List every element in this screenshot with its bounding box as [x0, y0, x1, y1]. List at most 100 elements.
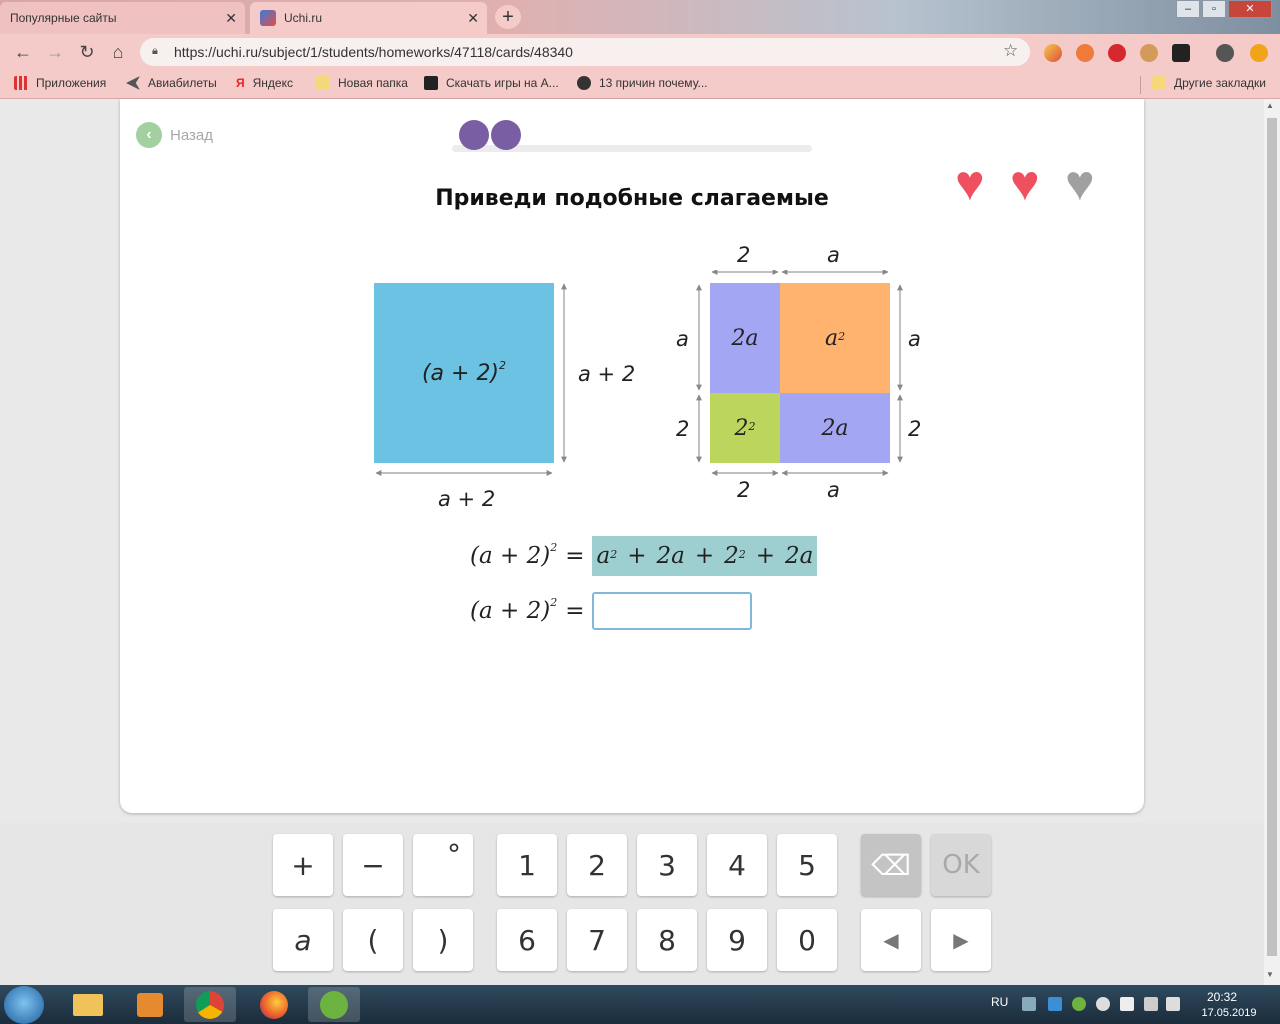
forward-arrow-icon[interactable]: →	[44, 42, 66, 62]
key-minus[interactable]: −	[343, 834, 403, 896]
equation-row-input: (a + 2)2 =	[470, 592, 753, 630]
page-title: Приведи подобные слагаемые	[435, 186, 829, 211]
key-9[interactable]: 9	[707, 909, 767, 971]
right-label-2: 2	[908, 417, 922, 441]
lock-icon: 🔒︎	[152, 45, 158, 57]
clock-time[interactable]: 20:32	[1196, 990, 1248, 1004]
left-label-a: a	[676, 327, 689, 351]
key-5[interactable]: 5	[777, 834, 837, 896]
bookmark-label: Яндекс	[252, 76, 293, 90]
area-grid: 2a a2 22 2a	[710, 283, 890, 463]
bookmark-13-reasons[interactable]: 13 причин почему...	[577, 76, 708, 90]
bookmark-label: Скачать игры на А...	[446, 76, 559, 90]
extension-icon[interactable]	[1044, 44, 1062, 62]
bookmark-label: Другие закладки	[1174, 76, 1266, 90]
key-4[interactable]: 4	[707, 834, 767, 896]
key-close-paren[interactable]: )	[413, 909, 473, 971]
bookmark-aviabilety[interactable]: Авиабилеты	[126, 76, 217, 90]
new-tab-button[interactable]: +	[495, 5, 521, 29]
bookmark-games[interactable]: Скачать игры на А...	[424, 76, 559, 90]
home-icon[interactable]: ⌂	[107, 42, 129, 62]
bookmark-label: Авиабилеты	[148, 76, 217, 90]
backspace-icon[interactable]: ⌫	[861, 834, 921, 896]
ok-button[interactable]: OK	[931, 834, 991, 896]
chrome-icon[interactable]	[184, 987, 236, 1022]
key-1[interactable]: 1	[497, 834, 557, 896]
minimize-icon[interactable]: ‒	[1176, 0, 1200, 18]
bottom-label-a: a	[827, 478, 840, 502]
alert-icon[interactable]	[1250, 44, 1268, 62]
progress-step-dot	[459, 120, 489, 150]
network-icon[interactable]	[1144, 997, 1158, 1011]
key-6[interactable]: 6	[497, 909, 557, 971]
key-0[interactable]: 0	[777, 909, 837, 971]
media-player-icon[interactable]	[124, 987, 176, 1022]
back-button[interactable]: ‹ Назад	[136, 122, 213, 148]
key-2[interactable]: 2	[567, 834, 627, 896]
key-a[interactable]: a	[273, 909, 333, 971]
uchi-favicon-icon	[260, 10, 276, 26]
equation-lhs: (a + 2)2	[470, 541, 558, 569]
firefox-icon[interactable]	[248, 987, 300, 1022]
cell-2a-top: 2a	[710, 283, 780, 393]
bookmark-apps[interactable]: Приложения	[14, 76, 106, 90]
cell-a-squared: a2	[780, 283, 890, 393]
progress-step-dot	[491, 120, 521, 150]
cursor-left-icon[interactable]: ◀	[861, 909, 921, 971]
tray-icon[interactable]	[1048, 997, 1062, 1011]
back-arrow-icon[interactable]: ←	[12, 42, 34, 62]
bookmark-label: Приложения	[36, 76, 107, 90]
bookmark-label: 13 причин почему...	[599, 76, 708, 90]
key-degree[interactable]: °	[413, 834, 473, 896]
other-bookmarks[interactable]: Другие закладки	[1152, 76, 1266, 90]
profile-avatar[interactable]	[1216, 44, 1234, 62]
window-close-icon[interactable]: ✕	[1228, 0, 1272, 18]
scroll-down-icon[interactable]: ▼	[1266, 970, 1274, 979]
key-plus[interactable]: +	[273, 834, 333, 896]
key-7[interactable]: 7	[567, 909, 627, 971]
vk-icon[interactable]	[1172, 44, 1190, 62]
maximize-icon[interactable]: ▫	[1202, 0, 1226, 18]
volume-icon[interactable]	[1166, 997, 1180, 1011]
scrollbar-thumb[interactable]	[1267, 118, 1277, 956]
explorer-icon[interactable]	[62, 987, 114, 1022]
key-open-paren[interactable]: (	[343, 909, 403, 971]
extension-icon[interactable]	[1076, 44, 1094, 62]
keypad-panel	[0, 823, 1264, 985]
heart-lost-icon: ♥	[1065, 155, 1095, 211]
answer-input[interactable]	[592, 592, 753, 630]
clock-date[interactable]: 17.05.2019	[1196, 1007, 1262, 1019]
key-3[interactable]: 3	[637, 834, 697, 896]
left-label-2: 2	[676, 417, 690, 441]
utorrent-icon[interactable]	[308, 987, 360, 1022]
close-icon[interactable]: ✕	[467, 10, 479, 27]
flag-icon[interactable]	[1120, 997, 1134, 1011]
tab-uchi[interactable]: Uchi.ru ✕	[250, 2, 487, 34]
reload-icon[interactable]: ↻	[76, 42, 98, 62]
bookmark-yandex[interactable]: Я Яндекс	[236, 76, 293, 90]
cursor-right-icon[interactable]: ▶	[931, 909, 991, 971]
tray-icon[interactable]	[1096, 997, 1110, 1011]
folder-icon	[1152, 76, 1166, 90]
extension-icon[interactable]	[1140, 44, 1158, 62]
close-icon[interactable]: ✕	[225, 10, 237, 27]
opera-icon[interactable]	[1108, 44, 1126, 62]
side-label-right: a + 2	[578, 362, 636, 386]
equals-sign: =	[565, 543, 585, 569]
tray-icon[interactable]	[1072, 997, 1086, 1011]
bookmark-new-folder[interactable]: Новая папка	[316, 76, 408, 90]
tab-popular-sites[interactable]: Популярные сайты ✕	[0, 2, 245, 34]
language-indicator[interactable]: RU	[991, 995, 1008, 1009]
scroll-up-icon[interactable]: ▲	[1266, 101, 1274, 110]
plane-icon	[126, 76, 140, 90]
top-label-2: 2	[737, 243, 751, 267]
cell-2a-bottom: 2a	[780, 393, 890, 463]
bookmark-star-icon[interactable]: ☆	[1003, 41, 1018, 61]
key-8[interactable]: 8	[637, 909, 697, 971]
windows-start-icon[interactable]	[4, 986, 44, 1024]
site-favicon-icon	[424, 76, 438, 90]
right-label-a: a	[908, 327, 921, 351]
url-text[interactable]: https://uchi.ru/subject/1/students/homew…	[174, 44, 573, 60]
tray-icon[interactable]	[1022, 997, 1036, 1011]
heart-icon: ♥	[1010, 155, 1040, 211]
